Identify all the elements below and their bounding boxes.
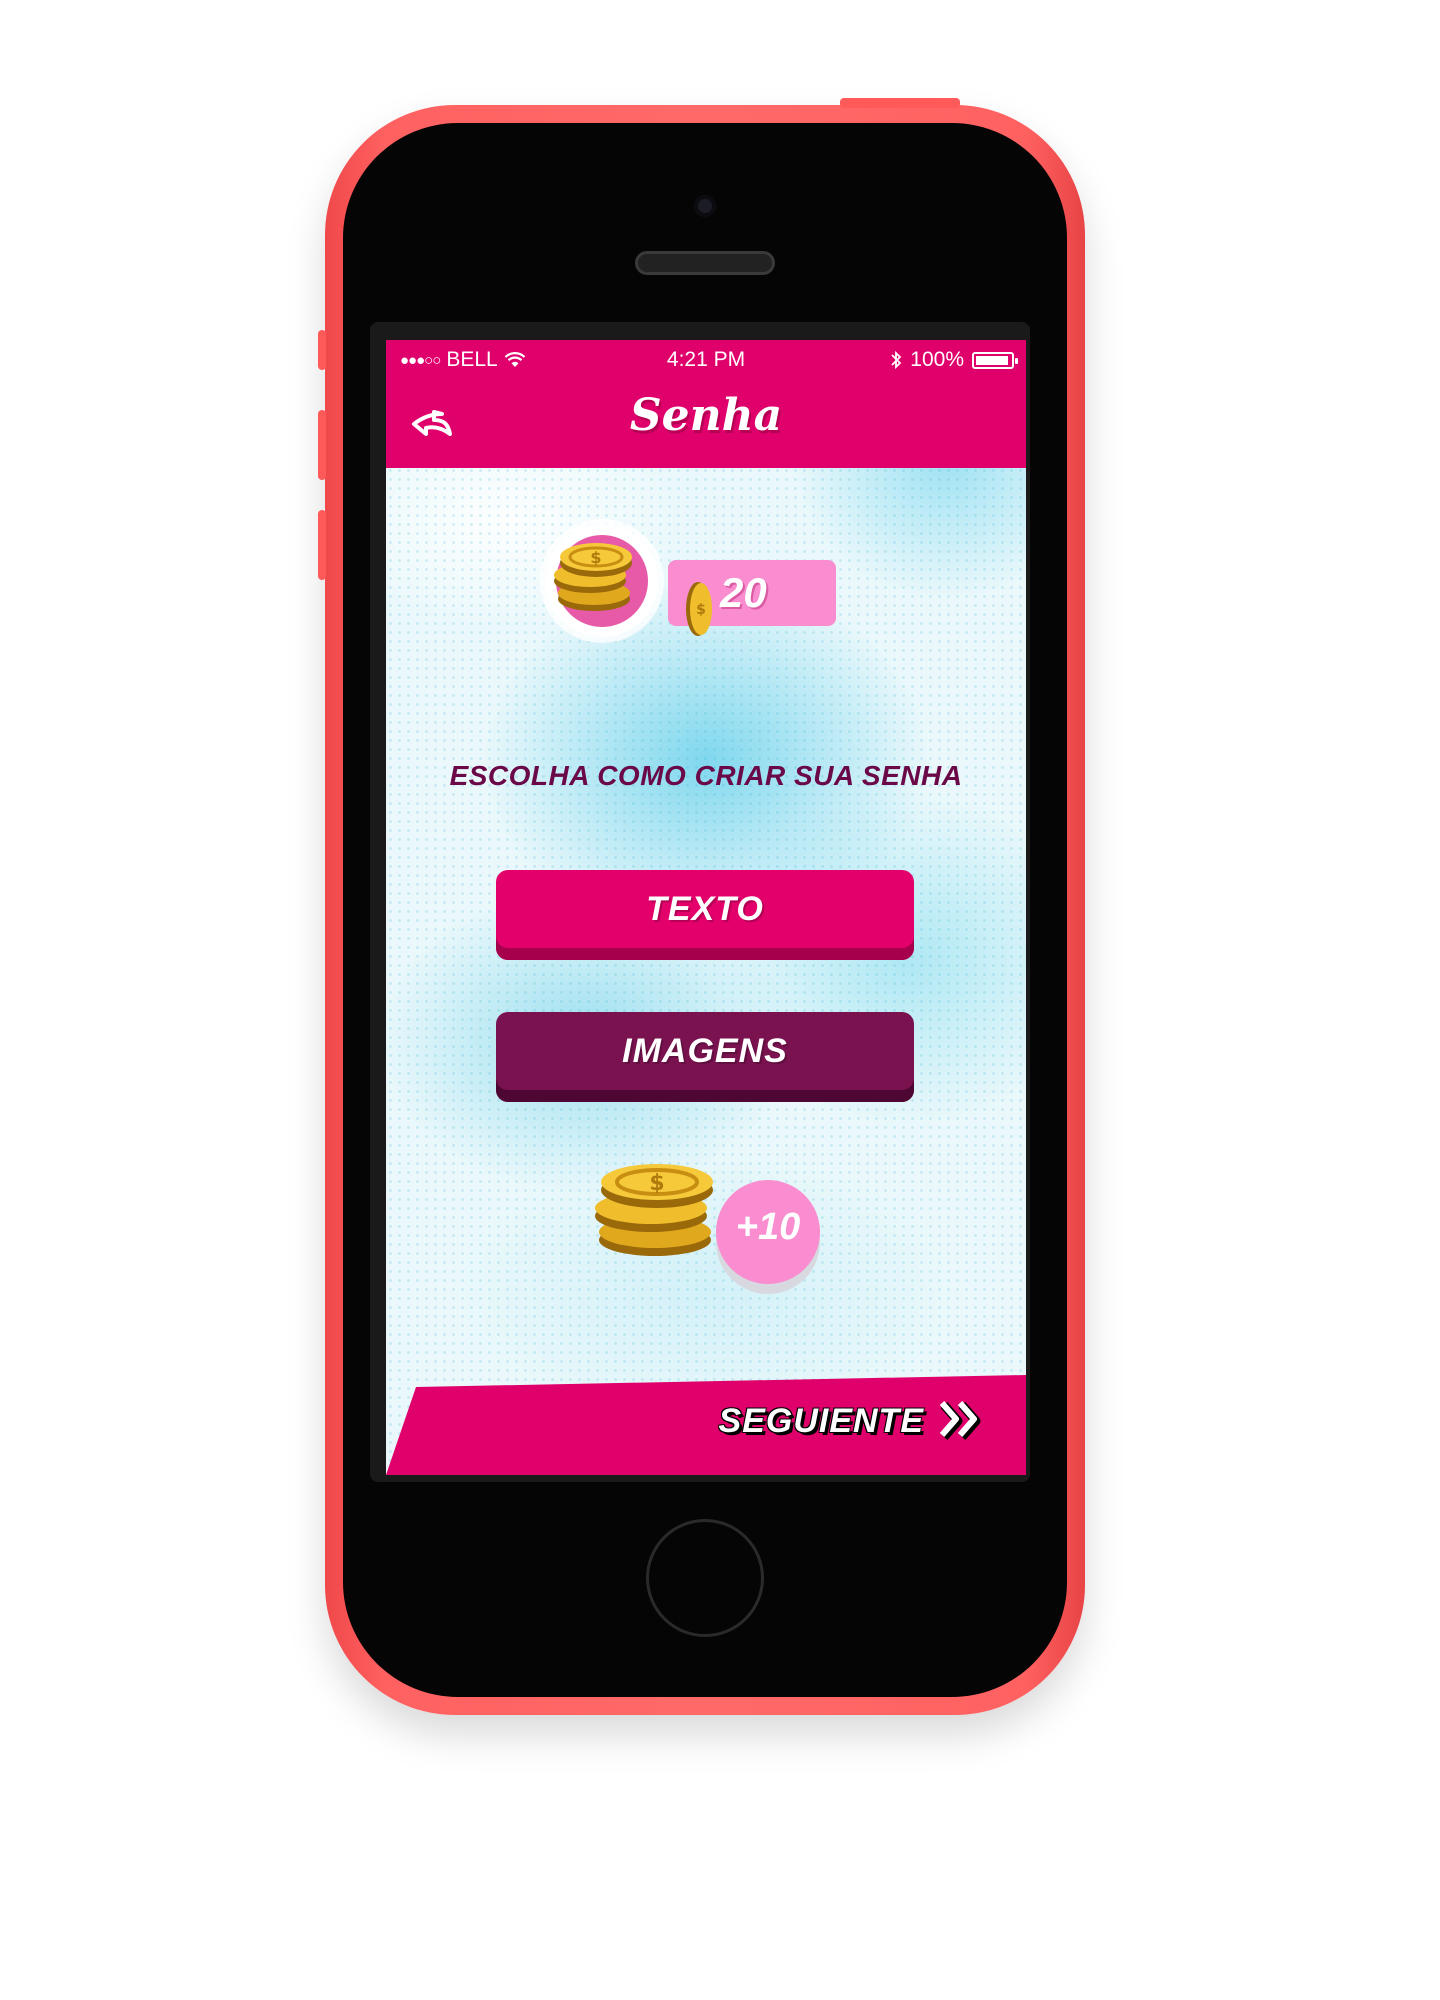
svg-text:$: $ [590, 548, 601, 567]
page-title: Senha [629, 390, 783, 441]
footer-bar: SEGUIENTE [386, 1375, 1026, 1475]
text-option-button[interactable]: TEXTO [496, 870, 914, 960]
bonus-coin-stack-icon: $ [595, 1164, 713, 1256]
side-coin-icon: $ [686, 582, 712, 636]
bonus-value: +10 [735, 1206, 801, 1248]
volume-up-button [318, 410, 326, 480]
front-camera [694, 195, 716, 217]
volume-down-button [318, 510, 326, 580]
double-chevron-right-icon [939, 1401, 981, 1440]
prompt-text: ESCOLHA COMO CRIAR SUA SENHA [449, 760, 963, 791]
svg-text:$: $ [649, 1171, 664, 1196]
images-option-button[interactable]: IMAGENS [496, 1012, 914, 1102]
svg-text:$: $ [696, 602, 706, 618]
coin-badge: $ [546, 525, 658, 637]
battery-icon [972, 351, 1018, 369]
next-button[interactable]: SEGUIENTE [719, 1399, 986, 1443]
nav-bar: Senha [386, 380, 1026, 468]
coin-balance-value: 20 [720, 569, 767, 616]
status-bar: ●●●○○ BELL 4:21 PM 100% [386, 340, 1026, 380]
earpiece-speaker [635, 251, 775, 275]
bluetooth-icon [891, 350, 902, 370]
bonus-badge: +10 [716, 1180, 820, 1284]
power-button [840, 98, 960, 108]
home-button[interactable] [646, 1519, 764, 1637]
app-screen: ●●●○○ BELL 4:21 PM 100% Senha 20 $ $ ESC… [386, 340, 1026, 1475]
coin-stack-icon: $ [554, 543, 632, 611]
battery-percent: 100% [910, 348, 964, 371]
next-label: SEGUIENTE [718, 1401, 924, 1440]
status-right: 100% [890, 348, 1018, 372]
ringer-switch [318, 330, 326, 370]
